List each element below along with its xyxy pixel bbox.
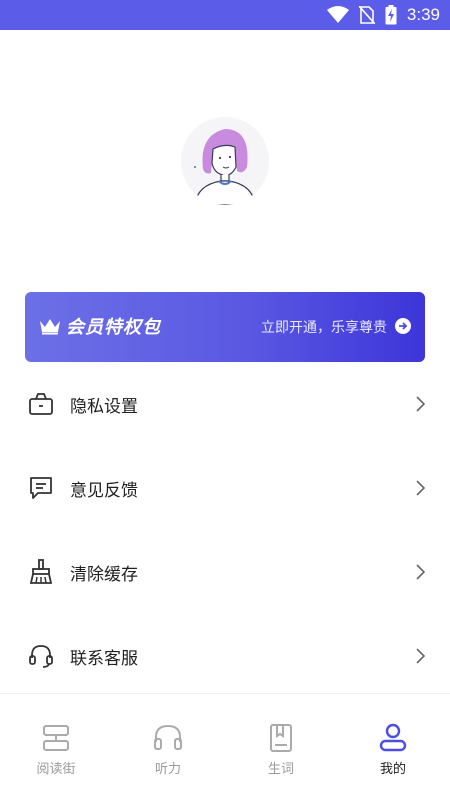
chevron-right-icon (416, 564, 425, 580)
tab-vocabulary[interactable]: 生词 (225, 694, 337, 800)
tab-label: 阅读街 (36, 762, 76, 777)
battery-charging-icon (385, 5, 397, 25)
bottom-tab-bar: 阅读街 听力 生词 我的 (0, 693, 450, 800)
menu-item-feedback[interactable]: 意见反馈 (0, 446, 450, 530)
menu-label: 隐私设置 (70, 396, 138, 417)
menu-label: 清除缓存 (70, 564, 138, 585)
crown-icon (40, 319, 60, 335)
feedback-icon (30, 477, 52, 499)
broom-icon (29, 559, 53, 584)
status-time: 3:39 (406, 5, 440, 24)
avatar-illustration (181, 117, 269, 205)
vip-banner[interactable]: 会员特权包 立即开通，乐享尊贵 (25, 292, 425, 362)
menu-item-privacy[interactable]: 隐私设置 (0, 362, 450, 446)
headphones-icon (154, 724, 182, 750)
vip-cta-text: 立即开通，乐享尊贵 (261, 320, 387, 336)
tab-label: 我的 (379, 762, 406, 777)
tab-mine[interactable]: 我的 (337, 694, 449, 800)
chevron-right-icon (416, 396, 425, 412)
tab-label: 生词 (267, 762, 294, 777)
wifi-icon (326, 6, 349, 23)
menu-item-clear-cache[interactable]: 清除缓存 (0, 530, 450, 614)
chevron-right-icon (416, 648, 425, 664)
profile-icon (379, 723, 407, 752)
chevron-right-icon (416, 480, 425, 496)
headset-icon (29, 645, 53, 668)
status-icons: 3:39 (326, 0, 440, 30)
tab-listening[interactable]: 听力 (112, 694, 224, 800)
status-bar: 3:39 (0, 0, 450, 30)
briefcase-icon (29, 393, 53, 415)
no-sim-icon (358, 6, 375, 24)
reading-street-icon (43, 725, 69, 751)
vocabulary-book-icon (270, 724, 292, 752)
menu-item-customer-service[interactable]: 联系客服 (0, 614, 450, 698)
vip-title: 会员特权包 (66, 317, 161, 338)
menu-label: 意见反馈 (70, 480, 138, 501)
avatar[interactable] (181, 117, 269, 205)
arrow-right-circle-icon (395, 318, 411, 334)
tab-label: 听力 (154, 762, 181, 777)
menu-label: 联系客服 (70, 648, 138, 669)
tab-reading-street[interactable]: 阅读街 (0, 694, 112, 800)
